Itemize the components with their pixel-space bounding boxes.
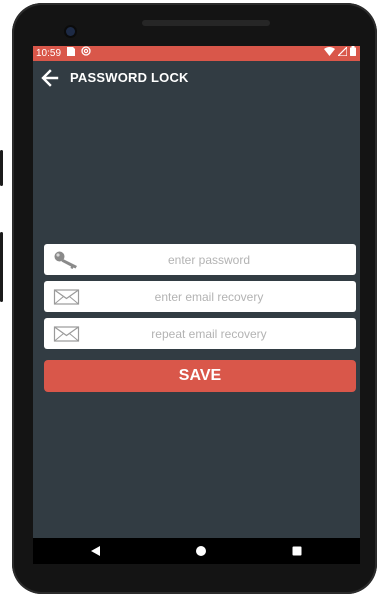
power-button bbox=[0, 232, 3, 302]
status-time: 10:59 bbox=[36, 48, 62, 59]
recents-square-icon[interactable] bbox=[277, 538, 317, 564]
status-bar: 10:59 bbox=[33, 46, 360, 61]
navigation-bar bbox=[33, 538, 360, 564]
wifi-icon bbox=[324, 46, 335, 61]
repeat-email-field[interactable] bbox=[44, 318, 356, 349]
status-right bbox=[324, 46, 356, 61]
password-field[interactable] bbox=[44, 244, 356, 275]
sim-card-icon bbox=[67, 46, 76, 61]
at-sign-icon bbox=[81, 46, 91, 61]
front-camera bbox=[66, 27, 75, 36]
volume-button bbox=[0, 150, 3, 186]
home-circle-icon[interactable] bbox=[181, 538, 221, 564]
page-title: PASSWORD LOCK bbox=[70, 70, 189, 85]
signal-icon bbox=[336, 46, 348, 61]
repeat-email-input[interactable] bbox=[44, 318, 356, 349]
app-screen: 10:59 PASSWORD LOCK enter email recovery… bbox=[33, 46, 360, 538]
status-left: 10:59 bbox=[36, 46, 91, 61]
app-bar: PASSWORD LOCK bbox=[33, 61, 360, 95]
earpiece-speaker bbox=[142, 20, 270, 26]
battery-icon bbox=[350, 46, 356, 61]
save-button[interactable]: SAVE bbox=[44, 360, 356, 392]
password-input[interactable] bbox=[44, 244, 356, 275]
back-triangle-icon[interactable] bbox=[77, 538, 117, 564]
email-input[interactable] bbox=[44, 281, 356, 312]
email-field[interactable] bbox=[44, 281, 356, 312]
arrow-left-icon[interactable] bbox=[40, 68, 60, 88]
